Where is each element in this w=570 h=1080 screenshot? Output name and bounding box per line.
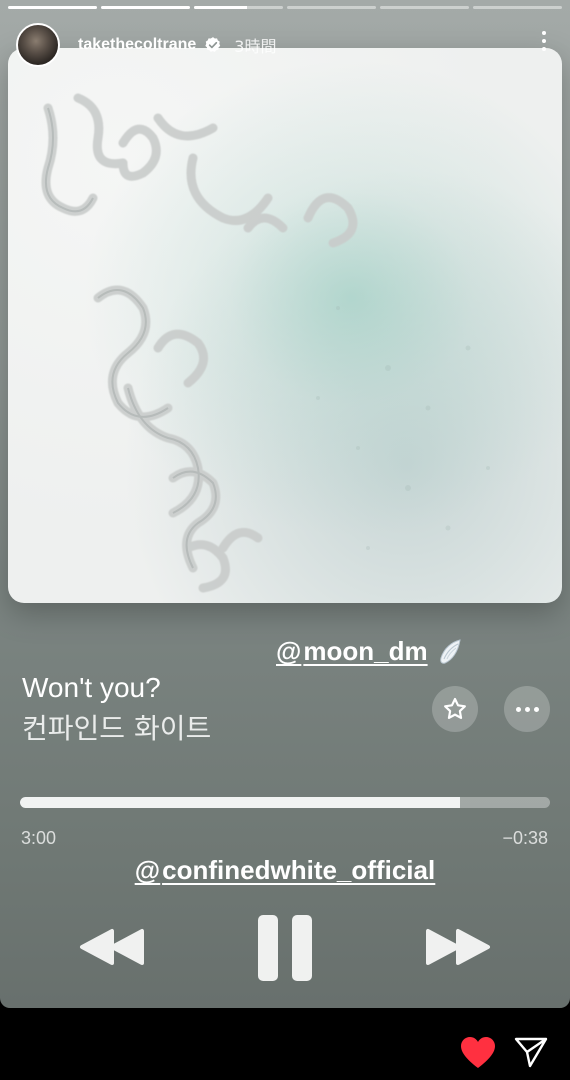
mention-bottom-label: confinedwhite_official [162, 855, 436, 885]
heart-icon[interactable] [460, 1036, 496, 1070]
progress-segment [101, 6, 190, 9]
mention-top-label: moon_dm [303, 636, 428, 666]
song-title: Won't you? [22, 672, 161, 703]
dot [533, 706, 539, 712]
threads-icon: @ [276, 636, 302, 666]
verified-badge-icon [205, 37, 221, 52]
story-header: takethecoltrane 3時間 [16, 22, 554, 68]
mention-moon-dm[interactable]: @moon_dm [276, 636, 428, 667]
story-view[interactable]: takethecoltrane 3時間 @moon_dm Won't you? … [0, 0, 570, 1008]
username[interactable]: takethecoltrane [78, 36, 196, 54]
send-icon[interactable] [514, 1036, 548, 1068]
playback-controls [0, 915, 570, 981]
more-vertical-icon[interactable] [534, 23, 554, 59]
song-artist: 컨파인드 화이트 [22, 712, 212, 745]
dot [515, 706, 521, 712]
star-button[interactable] [432, 686, 478, 732]
progress-segment [473, 6, 562, 9]
story-footer [0, 1008, 570, 1080]
time-elapsed: 3:00 [21, 828, 57, 848]
album-art-lettering [41, 93, 490, 593]
mention-confinedwhite[interactable]: @confinedwhite_official [135, 855, 435, 885]
progress-segment [8, 6, 97, 9]
mention-sticker-top[interactable]: @moon_dm [276, 636, 464, 667]
rewind-icon[interactable] [78, 927, 146, 967]
wing-emoji-icon [439, 638, 461, 664]
avatar[interactable] [16, 23, 60, 67]
time-remaining: −0:38 [502, 828, 548, 848]
scrubber-played [20, 797, 460, 808]
album-art [8, 48, 562, 603]
progress-segment [194, 6, 283, 9]
more-options-button[interactable] [504, 686, 550, 732]
dot [524, 706, 530, 712]
story-progress-bar [8, 6, 562, 9]
threads-icon: @ [134, 855, 161, 885]
playback-scrubber[interactable] [20, 797, 550, 808]
star-icon [444, 697, 466, 719]
fast-forward-icon[interactable] [424, 927, 492, 967]
progress-segment [380, 6, 469, 9]
post-time: 3時間 [234, 37, 277, 56]
progress-segment [287, 6, 376, 9]
pause-icon[interactable] [258, 915, 312, 981]
mention-sticker-bottom[interactable]: @confinedwhite_official [0, 855, 570, 886]
